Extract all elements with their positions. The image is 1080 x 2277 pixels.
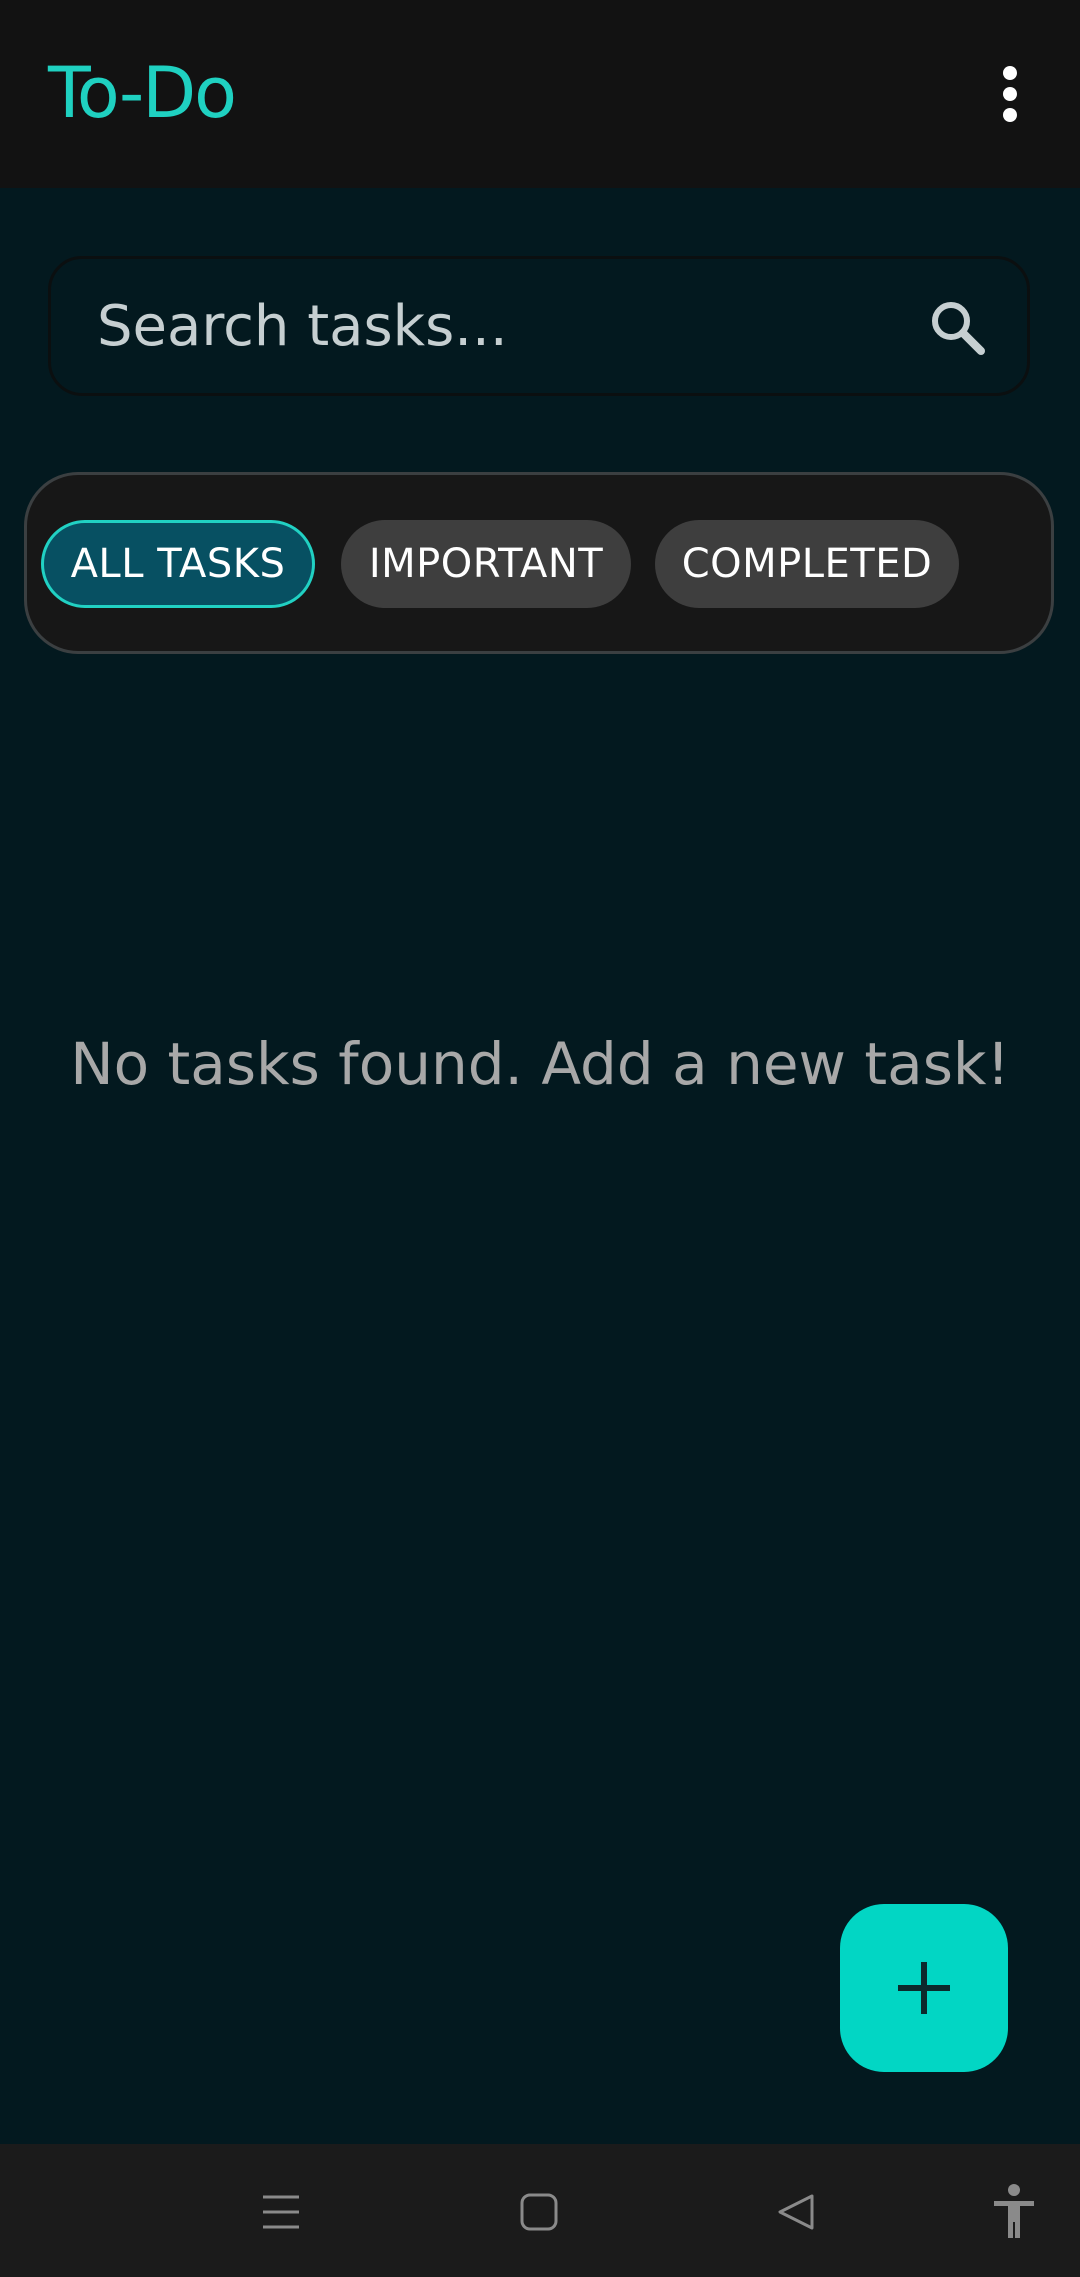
plus-icon [898,1962,950,2014]
home-button[interactable] [507,2180,571,2244]
add-task-button[interactable] [840,1904,1008,2072]
filter-chip-label: IMPORTANT [368,541,604,587]
filter-chip-label: COMPLETED [681,541,933,587]
accessibility-icon [994,2184,1034,2238]
app-title: To-Do [48,52,237,134]
search-icon [932,302,985,355]
search-input[interactable] [97,259,897,393]
app-bar: To-Do [0,0,1080,188]
system-navigation-bar [0,2144,1080,2277]
empty-state-message: No tasks found. Add a new task! [70,1030,1010,1098]
search-box [48,256,1030,396]
recent-apps-icon [263,2195,299,2229]
search-button[interactable] [927,297,987,357]
back-icon [778,2194,814,2230]
accessibility-button[interactable] [982,2180,1046,2244]
more-vertical-icon [1003,66,1017,122]
overflow-menu-button[interactable] [970,54,1050,134]
filter-bar: ALL TASKS IMPORTANT COMPLETED [24,472,1054,654]
screen: To-Do ALL TASKS IMPORTANT COMPLETED [0,0,1080,2277]
filter-chip-label: ALL TASKS [70,541,286,587]
filter-chip-all-tasks[interactable]: ALL TASKS [41,520,315,608]
home-icon [520,2193,558,2231]
back-button[interactable] [764,2180,828,2244]
filter-chip-completed[interactable]: COMPLETED [655,520,959,608]
recent-apps-button[interactable] [249,2180,313,2244]
filter-chip-important[interactable]: IMPORTANT [341,520,631,608]
